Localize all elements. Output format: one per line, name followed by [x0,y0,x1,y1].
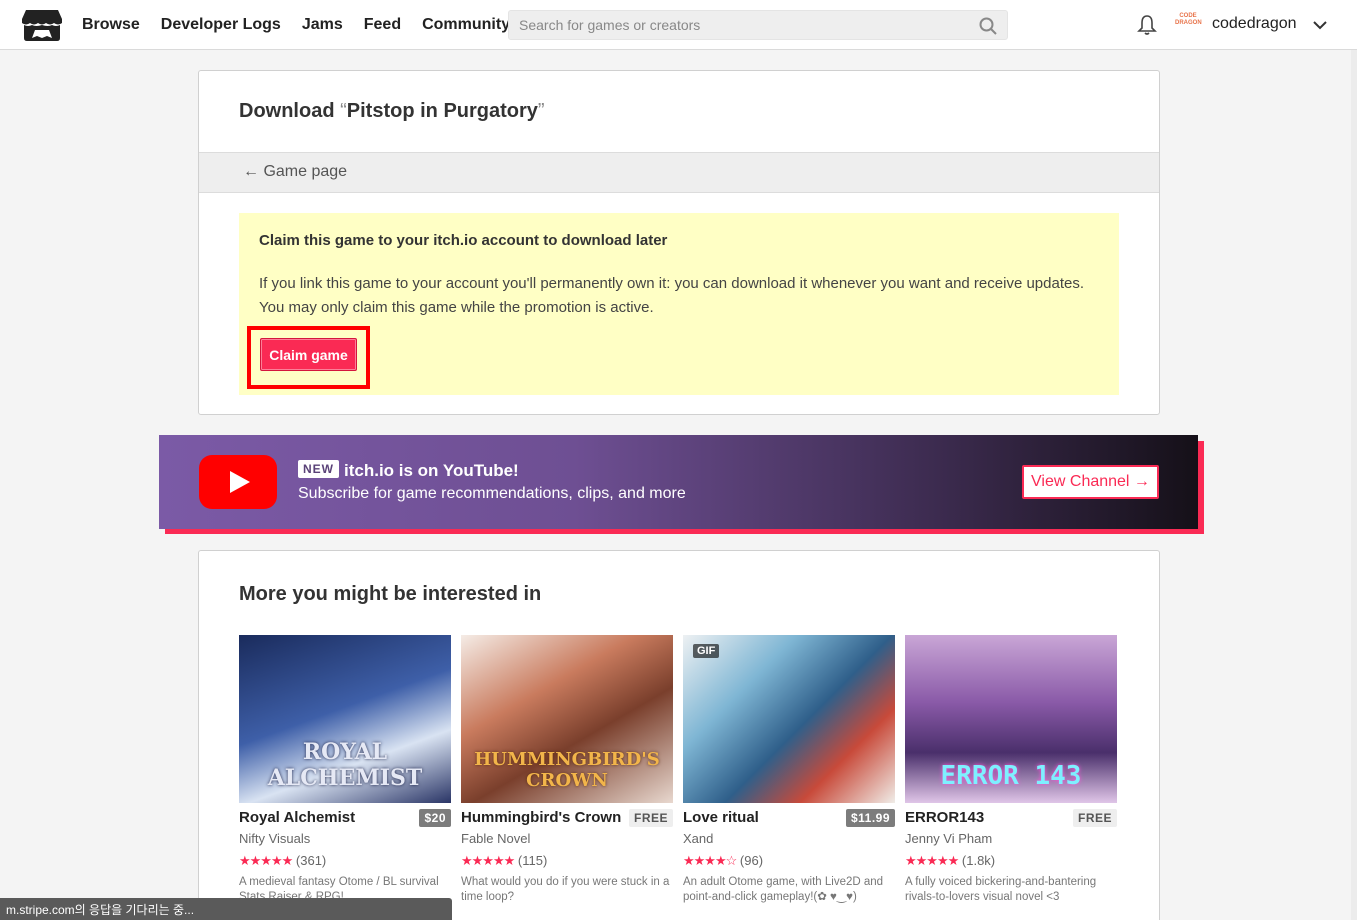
back-bar: ← Game page [199,152,1159,193]
chevron-down-icon[interactable] [1312,17,1328,33]
rating-count: (1.8k) [961,853,996,868]
nav-browse[interactable]: Browse [82,16,140,34]
claim-description: If you link this game to your account yo… [259,275,1084,316]
game-thumbnail[interactable]: HUMMINGBIRD'S CROWN [461,635,673,803]
game-rating: ★★★★★ (361) [239,853,326,869]
game-description: An adult Otome game, with Live2D and poi… [683,876,884,903]
rating-count: (115) [517,853,548,868]
game-cell[interactable]: ERROR 143 ERROR143 FREE Jenny Vi Pham ★★… [905,635,1117,903]
gif-badge: GIF [693,644,720,658]
claim-highlight-box: Claim game [247,326,370,389]
game-author[interactable]: Jenny Vi Pham [905,831,992,846]
username[interactable]: codedragon [1212,15,1297,33]
page-title: Download “Pitstop in Purgatory” [239,100,545,123]
page-scrollbar[interactable] [1351,50,1357,920]
thumbnail-logo-text: HUMMINGBIRD'S CROWN [474,749,660,791]
game-author[interactable]: Fable Novel [461,831,530,846]
recommendations-title: More you might be interested in [239,583,542,605]
claim-notice: Claim this game to your itch.io account … [239,213,1119,395]
search-box [508,10,1008,40]
recommendations-panel: More you might be interested in ROYAL AL… [198,550,1160,920]
rating-count: (96) [739,853,764,868]
banner-subtitle: Subscribe for game recommendations, clip… [298,485,686,502]
nav-jams[interactable]: Jams [302,16,343,34]
price-badge: FREE [1072,809,1117,827]
game-page-link[interactable]: ← Game page [243,163,347,181]
game-cell[interactable]: HUMMINGBIRD'S CROWN Hummingbird's Crown … [461,635,673,903]
open-quote: “ [340,100,347,122]
nav-community[interactable]: Community [422,16,510,34]
browser-status-bar: m.stripe.com의 응답을 기다리는 중... [0,898,452,920]
top-header: Browse Developer Logs Jams Feed Communit… [0,0,1357,50]
close-quote: ” [537,100,545,122]
rating-stars: ★★★★★ [461,853,515,868]
view-channel-button[interactable]: View Channel → [1022,465,1159,499]
nav-developer-logs[interactable]: Developer Logs [161,16,281,34]
nav-feed[interactable]: Feed [364,16,401,34]
game-title[interactable]: Love ritual [683,809,759,826]
game-description: What would you do if you were stuck in a… [461,876,670,903]
game-author[interactable]: Nifty Visuals [239,831,310,846]
youtube-logo-icon[interactable] [199,455,277,509]
game-author[interactable]: Xand [683,831,713,846]
game-title[interactable]: Hummingbird's Crown [461,809,621,826]
game-name: Pitstop in Purgatory [346,100,538,122]
rating-stars: ★★★★☆ [683,853,737,868]
price-badge: $20 [419,809,451,827]
rating-count: (361) [295,853,327,868]
game-description: A fully voiced bickering-and-bantering r… [905,876,1097,903]
game-rating: ★★★★★ (115) [461,853,547,869]
price-badge: $11.99 [845,809,895,827]
game-thumbnail[interactable]: ERROR 143 [905,635,1117,803]
rating-stars: ★★★★★ [905,853,959,868]
price-badge: FREE [628,809,673,827]
game-rating: ★★★★☆ (96) [683,853,763,869]
claim-heading: Claim this game to your itch.io account … [259,232,668,249]
user-avatar[interactable]: CODE DRAGON [1175,13,1202,37]
notifications-bell-icon[interactable] [1137,14,1157,36]
new-badge: NEW [298,460,339,478]
search-icon[interactable] [979,17,997,35]
rating-stars: ★★★★★ [239,853,293,868]
youtube-banner: NEW itch.io is on YouTube! Subscribe for… [159,435,1198,529]
claim-game-button[interactable]: Claim game [260,338,357,371]
game-thumbnail[interactable]: GIF [683,635,895,803]
game-thumbnail[interactable]: ROYAL ALCHEMIST [239,635,451,803]
banner-title: itch.io is on YouTube! [344,461,519,480]
title-prefix: Download [239,100,341,122]
thumbnail-logo-text: ERROR 143 [940,761,1082,791]
download-panel: Download “Pitstop in Purgatory” ← Game p… [198,70,1160,415]
thumbnail-logo-text: ROYAL ALCHEMIST [267,739,423,791]
game-title[interactable]: Royal Alchemist [239,809,355,826]
itchio-logo-icon[interactable] [22,8,62,42]
game-cell[interactable]: ROYAL ALCHEMIST Royal Alchemist $20 Nift… [239,635,451,903]
game-rating: ★★★★★ (1.8k) [905,853,995,869]
game-title[interactable]: ERROR143 [905,809,984,826]
game-cell[interactable]: GIF Love ritual $11.99 Xand ★★★★☆ (96) A… [683,635,895,903]
search-input[interactable] [509,11,969,39]
main-nav: Browse Developer Logs Jams Feed Communit… [82,0,531,50]
